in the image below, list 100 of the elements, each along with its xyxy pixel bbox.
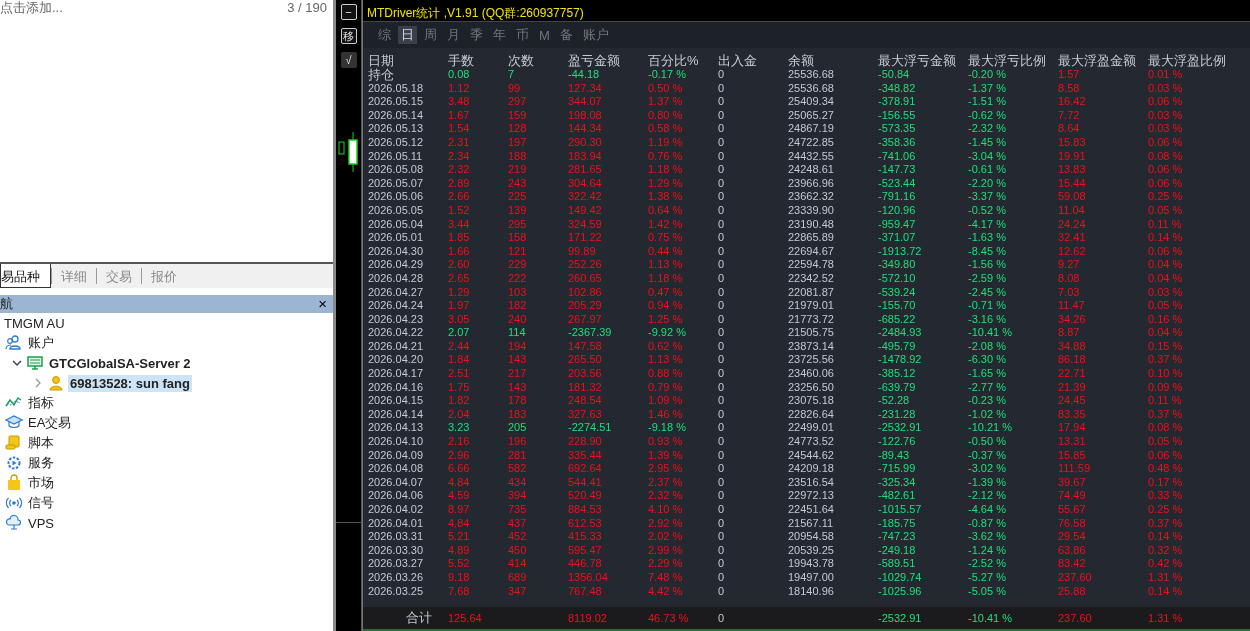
table-cell-text: 2026.04.13: [368, 421, 425, 436]
table-cell-text: 0.16 %: [1148, 312, 1184, 327]
table-cell-text: 194: [508, 339, 528, 354]
table-cell-text: 0.44 %: [648, 244, 684, 259]
navigator-title: 航: [0, 295, 13, 313]
period-tab[interactable]: 年: [490, 26, 509, 44]
table-cell-text: 22.71: [1058, 367, 1087, 381]
navigator-item[interactable]: EA交易: [26, 413, 74, 433]
table-cell-text: 0.25 %: [1148, 190, 1184, 204]
table-cell-text: 219: [508, 163, 528, 177]
table-cell-text: -185.75: [878, 516, 917, 531]
table-cell-text: 21.39: [1058, 380, 1087, 395]
table-cell-text: 344.07: [568, 95, 603, 109]
monitor-icon: [26, 354, 44, 372]
period-tab[interactable]: 账户: [579, 26, 612, 44]
table-cell-text: -1.65 %: [968, 367, 1007, 381]
table-cell-text: 16.42: [1058, 95, 1087, 109]
table-cell-text: 4.42 %: [648, 584, 684, 599]
table-cell-text: 22342.52: [788, 271, 835, 286]
table-cell-text: 1356.04: [568, 570, 609, 585]
table-cell-text: -52.28: [878, 394, 911, 408]
table-cell-text: 23460.06: [788, 367, 835, 381]
table-cell-text: -348.82: [878, 81, 917, 96]
table-cell-text: 2026.04.16: [368, 380, 425, 395]
period-tab[interactable]: 综: [375, 26, 394, 44]
table-cell-text: -495.79: [878, 339, 917, 354]
period-tab[interactable]: 季: [467, 26, 486, 44]
table-cell-text: 0.80 %: [648, 108, 684, 123]
table-cell-text: 19943.78: [788, 557, 835, 571]
table-cell-text: 13.31: [1058, 435, 1087, 449]
navigator-item[interactable]: 服务: [26, 453, 56, 473]
table-cell-text: 205: [508, 421, 528, 436]
table-cell-text: 22499.01: [788, 421, 835, 436]
table-cell-text: 23516.54: [788, 475, 835, 490]
table-cell-text: 1.13 %: [648, 353, 684, 368]
period-tab[interactable]: 备: [556, 26, 576, 44]
navigator-item[interactable]: 69813528: sun fang: [68, 374, 192, 392]
table-cell-text: 持仓: [368, 68, 395, 82]
table-cell-text: 23339.90: [788, 203, 835, 218]
symbol-search-field[interactable]: 点击添加...: [0, 0, 63, 16]
chevron-down-icon[interactable]: [11, 357, 23, 369]
table-cell-text: 196: [508, 435, 528, 449]
table-cell-text: -589.51: [878, 557, 917, 571]
table-cell-text: 2026.05.07: [368, 176, 425, 191]
period-tab[interactable]: 币: [513, 26, 532, 44]
table-cell-text: -2.32 %: [968, 122, 1007, 136]
chart-tool-button[interactable]: −: [340, 4, 357, 20]
panel-tab[interactable]: 易品种: [0, 264, 51, 288]
table-cell-text: 2.16: [448, 435, 471, 449]
table-cell-text: 297: [508, 95, 528, 109]
table-cell-text: 2.44: [448, 339, 471, 354]
table-cell-text: -0.50 %: [968, 435, 1007, 449]
table-cell-text: 0: [718, 407, 726, 422]
table-cell-text: 2.66: [448, 190, 471, 204]
chart-tool-button[interactable]: 移: [340, 28, 357, 44]
period-tab[interactable]: 周: [421, 26, 440, 44]
table-cell-text: 15.83: [1058, 135, 1087, 150]
period-tab[interactable]: 月: [444, 26, 463, 44]
table-cell-text: 0.06 %: [1148, 163, 1184, 177]
table-cell-text: -959.47: [878, 217, 917, 232]
table-cell-text: 0.14 %: [1148, 584, 1184, 599]
table-cell-text: 1.52: [448, 203, 471, 218]
table-cell-text: 2.04: [448, 407, 471, 422]
navigator-item[interactable]: VPS: [26, 514, 56, 532]
column-header: 盈亏金额: [568, 54, 621, 68]
table-cell-text: 414: [508, 557, 528, 571]
table-cell-text: 8.58: [1058, 81, 1081, 96]
table-cell-text: 0.08 %: [1148, 149, 1184, 164]
table-cell-text: 25409.34: [788, 95, 835, 109]
close-button[interactable]: ×: [318, 297, 327, 311]
period-tab[interactable]: 日: [398, 26, 417, 44]
broker-name: TMGM AU: [3, 315, 66, 333]
table-cell-text: 225: [508, 190, 528, 204]
navigator-item[interactable]: 指标: [26, 393, 56, 413]
navigator-item[interactable]: GTCGlobalSA-Server 2: [47, 354, 193, 372]
navigator-item[interactable]: 市场: [26, 473, 56, 493]
table-cell-text: 1.54: [448, 122, 471, 136]
table-cell-text: 0: [718, 462, 726, 476]
table-cell-text: 19.91: [1058, 149, 1087, 164]
navigator-item[interactable]: 信号: [26, 493, 56, 513]
table-cell-text: 2026.04.15: [368, 394, 425, 408]
table-cell-text: 252.26: [568, 258, 603, 272]
table-cell-text: 324.59: [568, 217, 603, 232]
table-cell-text: 0.88 %: [648, 367, 684, 381]
table-cell-text: 0: [718, 203, 726, 218]
table-cell-text: 15.85: [1058, 448, 1087, 463]
table-cell-text: 2026.03.30: [368, 543, 425, 558]
table-cell-text: 24867.19: [788, 122, 835, 136]
navigator-item[interactable]: 脚本: [26, 433, 56, 453]
table-cell-text: 9.27: [1058, 258, 1081, 272]
table-cell-text: 159: [508, 108, 528, 123]
table-cell-text: -2.59 %: [968, 271, 1007, 286]
table-cell-text: 434: [508, 475, 528, 490]
symbol-count: 3 / 190: [287, 0, 327, 16]
table-cell-text: 0.17 %: [1148, 475, 1184, 490]
chart-tool-button[interactable]: √: [340, 52, 357, 68]
period-tab[interactable]: M: [536, 26, 553, 44]
navigator-item[interactable]: 账户: [26, 333, 56, 353]
table-cell-text: -4.64 %: [968, 503, 1007, 517]
table-cell-text: 0.06 %: [1148, 448, 1184, 463]
